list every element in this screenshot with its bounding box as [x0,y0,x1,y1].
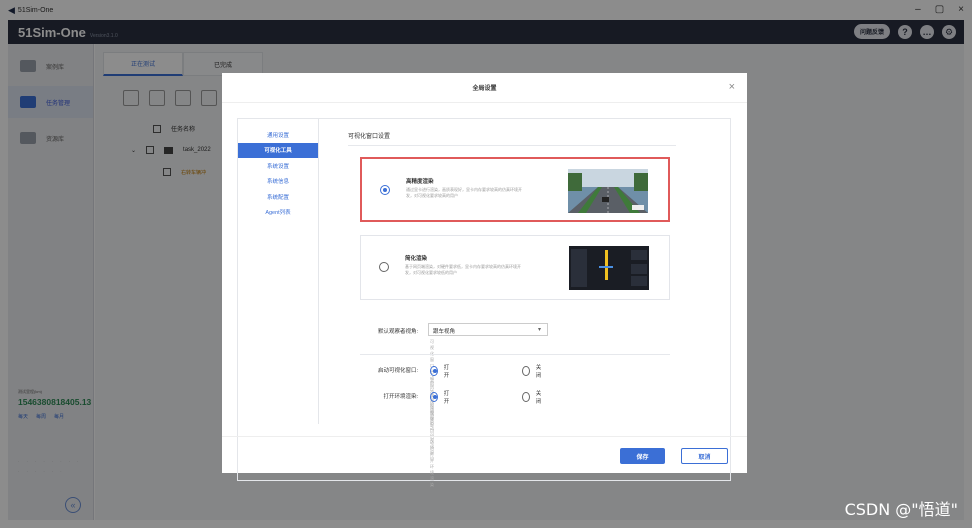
global-settings-dialog: 全局设置 × 通用设置 可视化工具 系统设置 系统信息 系统配置 Agent列表… [222,73,747,487]
env-render-on-option[interactable]: 打开 [430,389,452,405]
dialog-body: 通用设置 可视化工具 系统设置 系统信息 系统配置 Agent列表 可视化窗口设… [237,118,731,487]
cancel-button[interactable]: 取消 [681,448,728,464]
card-title: 简化渲染 [405,256,428,262]
watermark: CSDN @"悟道" [844,500,958,519]
section-divider [348,145,676,146]
render-option-simplified[interactable]: 简化渲染 基于网页端渲染，对硬件要求低，显卡内存要求较高的仿真环境开发，对可视化… [360,235,670,300]
dialog-header: 全局设置 × [222,73,747,103]
env-render-label: 打开环境渲染: [383,394,418,400]
nav-system-config[interactable]: 系统配置 [238,189,318,205]
card-title: 高精度渲染 [406,179,434,185]
launch-window-label: 启动可视化窗口: [377,368,418,374]
nav-system-info[interactable]: 系统信息 [238,174,318,190]
dialog-title: 全局设置 [472,86,497,92]
radio-env-on[interactable] [430,392,438,402]
save-button[interactable]: 保存 [620,448,665,464]
option-label: 打开 [443,391,450,405]
card-description: 基于网页端渲染，对硬件要求低，显卡内存要求较高的仿真环境开发，对可视化要求较低的… [405,264,521,275]
radio-simplified[interactable] [379,262,389,272]
radio-launch-on[interactable] [430,366,438,376]
divider [360,354,670,355]
observer-view-label: 默认观察者视角: [377,329,418,335]
settings-nav: 通用设置 可视化工具 系统设置 系统信息 系统配置 Agent列表 [238,119,319,424]
launch-window-off-option[interactable]: 关闭 [522,363,544,379]
option-label: 打开 [443,365,450,379]
observer-view-value: 跟车视角 [433,329,456,335]
nav-visualization[interactable]: 可视化工具 [238,142,318,158]
env-render-off-option[interactable]: 关闭 [522,389,544,405]
nav-agent-list[interactable]: Agent列表 [238,205,318,221]
chevron-down-icon: ▾ [537,327,541,333]
option-label: 关闭 [535,391,542,405]
close-icon[interactable]: × [729,81,735,93]
render-option-high-precision[interactable]: 高精度渲染 通过显卡进行渲染，画质表现好，显卡内存要求较高的仿真环境开发，对可视… [360,157,670,222]
nav-general[interactable]: 通用设置 [238,127,318,143]
simplified-preview-image [569,246,649,290]
radio-high-precision[interactable] [380,185,390,195]
nav-system-settings[interactable]: 系统设置 [238,158,318,174]
radio-launch-off[interactable] [522,366,530,376]
radio-env-off[interactable] [522,392,530,402]
section-title: 可视化窗口设置 [348,134,391,140]
option-label: 关闭 [535,365,542,379]
launch-window-on-option[interactable]: 打开 [430,363,452,379]
high-precision-preview-image [568,169,648,213]
footer-divider [222,436,747,437]
card-description: 通过显卡进行渲染，画质表现好，显卡内存要求较高的仿真环境开发，对可视化要求较高的… [406,187,522,198]
env-render-hint: 可视化窗口启动时打开环境渲染 [430,404,434,487]
observer-view-select[interactable]: 跟车视角 ▾ [428,323,548,336]
